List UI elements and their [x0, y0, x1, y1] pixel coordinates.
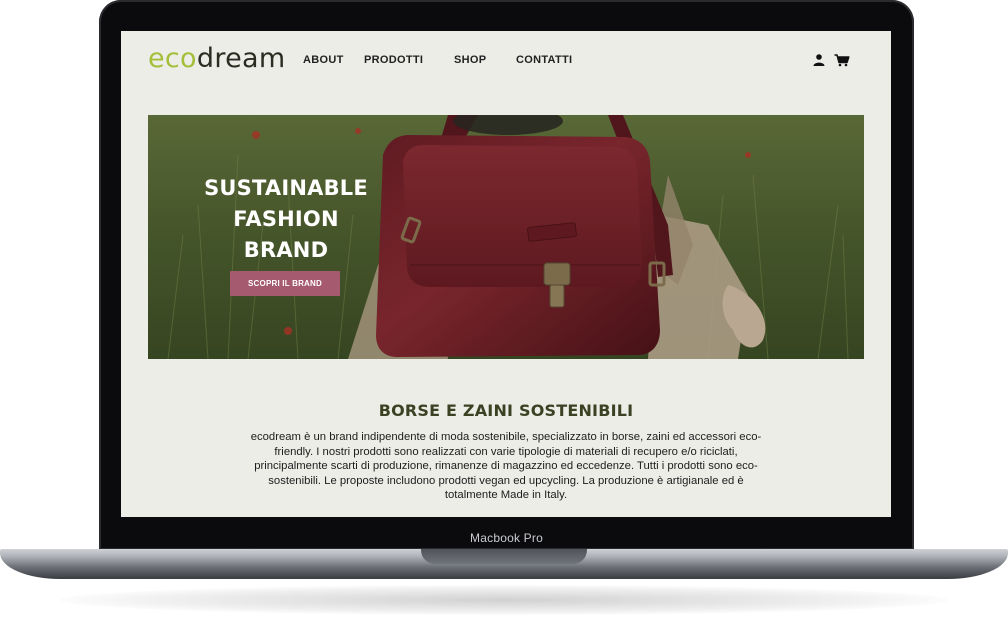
website-screen: ecodream ABOUT PRODOTTI SHOP CONTATTI SU… [121, 31, 891, 517]
device-label: Macbook Pro [470, 531, 543, 545]
logo[interactable]: ecodream [148, 43, 286, 74]
hero-title-line: FASHION [233, 207, 339, 231]
nav-contatti[interactable]: CONTATTI [516, 54, 572, 66]
logo-dream: dream [196, 43, 286, 74]
logo-eco: eco [148, 43, 197, 74]
laptop-shadow [60, 585, 948, 615]
section-description: ecodream è un brand indipendente di moda… [250, 431, 762, 502]
hero-title: SUSTAINABLE FASHION BRAND [204, 173, 368, 266]
laptop-notch [421, 549, 587, 564]
hero-banner: SUSTAINABLE FASHION BRAND SCOPRI IL BRAN… [148, 115, 864, 359]
nav-prodotti[interactable]: PRODOTTI [364, 54, 423, 66]
nav-shop[interactable]: SHOP [454, 54, 486, 66]
cart-icon[interactable] [834, 53, 850, 67]
nav-about[interactable]: ABOUT [303, 54, 344, 66]
hero-title-line: SUSTAINABLE [204, 176, 368, 200]
section-title: BORSE E ZAINI SOSTENIBILI [378, 401, 634, 420]
site-header: ecodream ABOUT PRODOTTI SHOP CONTATTI [121, 31, 891, 91]
user-icon[interactable] [812, 53, 826, 67]
discover-brand-button[interactable]: SCOPRI IL BRAND [230, 271, 340, 296]
hero-title-line: BRAND [243, 238, 329, 262]
